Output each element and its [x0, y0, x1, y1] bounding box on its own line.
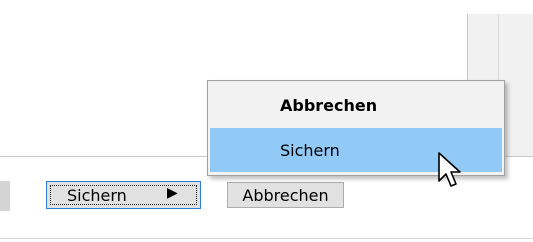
menu-item-cancel[interactable]: Abbrechen — [210, 83, 502, 127]
cancel-button[interactable]: Abbrechen — [227, 182, 344, 208]
save-button-label: Sichern — [67, 185, 127, 205]
save-split-button[interactable]: Sichern ▶ — [46, 181, 201, 209]
scroll-handle[interactable] — [0, 181, 10, 211]
bottom-border — [0, 238, 533, 239]
play-right-icon: ▶ — [167, 185, 178, 201]
mouse-pointer-icon — [438, 152, 461, 187]
